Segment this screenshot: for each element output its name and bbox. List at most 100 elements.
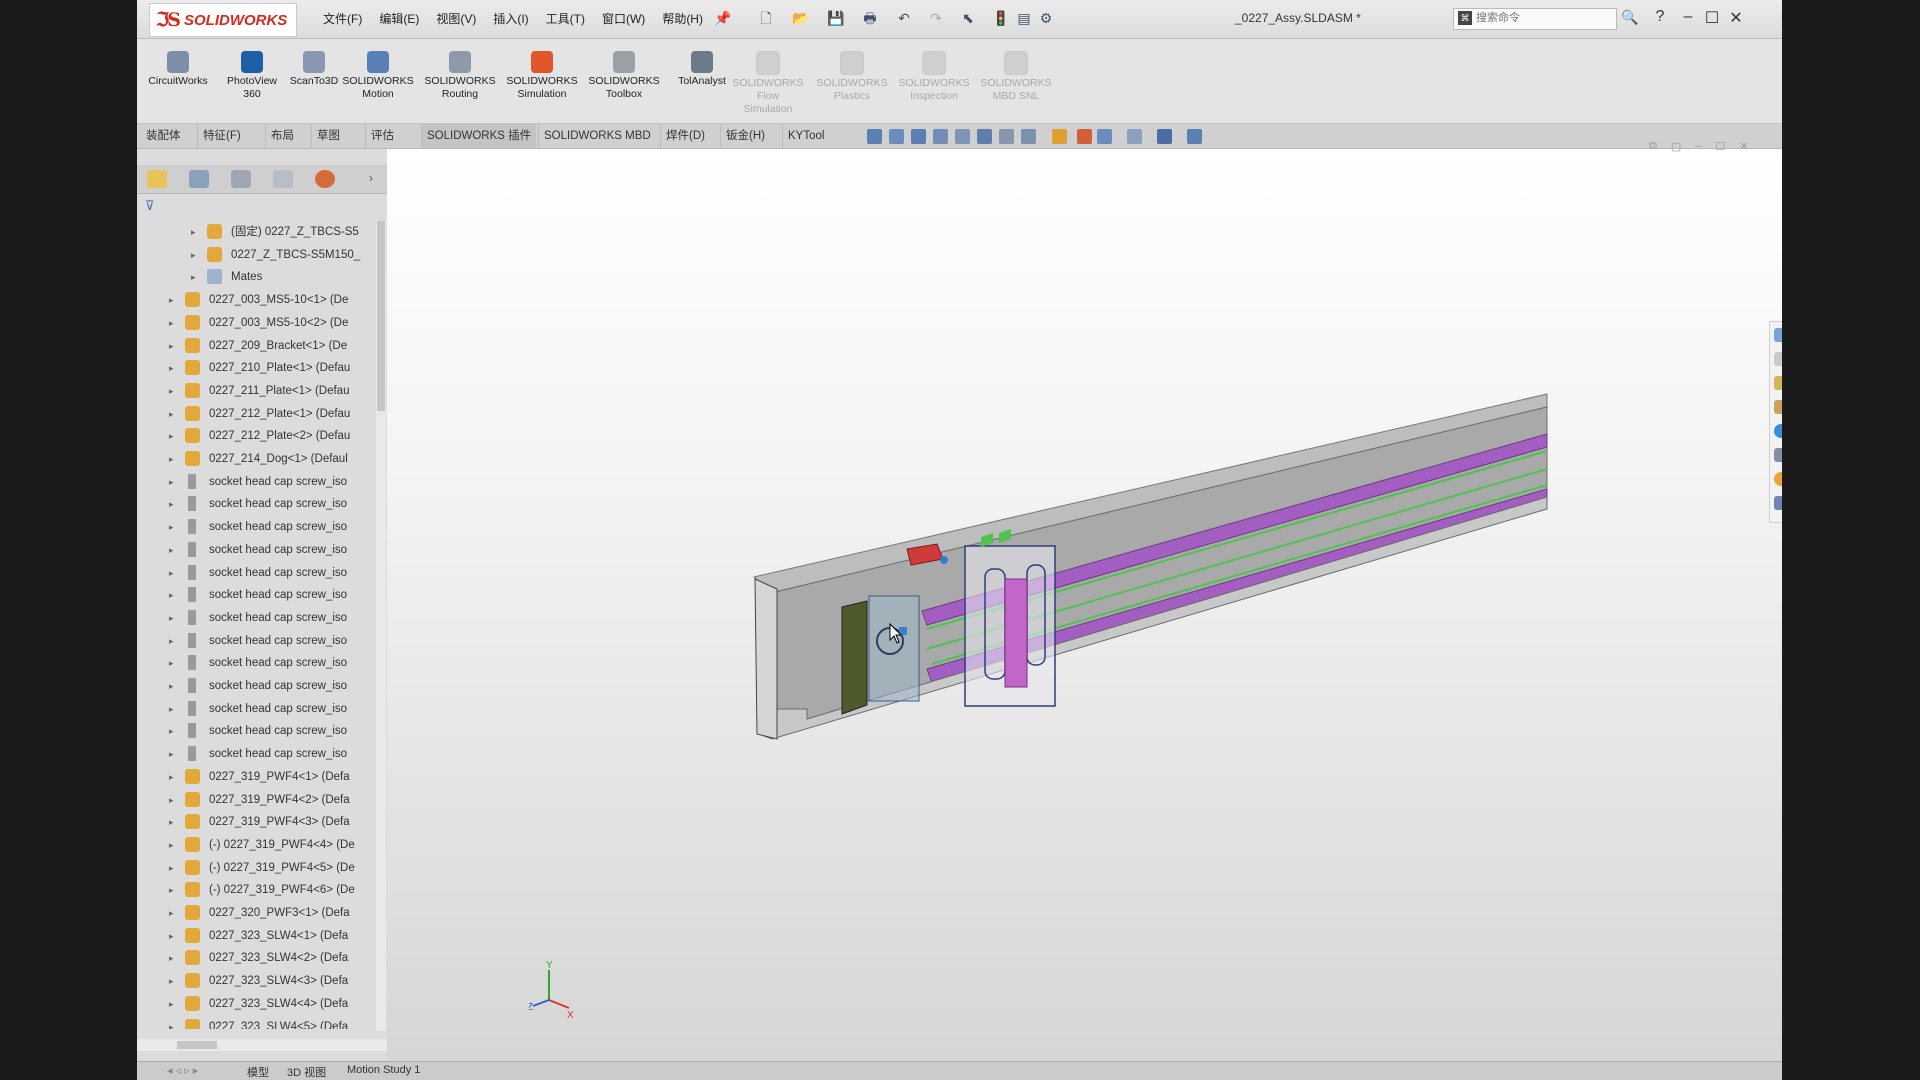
tab-motion-study[interactable]: Motion Study 1 [347, 1064, 420, 1076]
ribbon-button-0[interactable]: CircuitWorks [141, 51, 215, 88]
scrollbar-thumb[interactable] [377, 221, 385, 411]
apply-scene-icon[interactable] [1077, 129, 1092, 144]
property-manager-tab-icon[interactable] [189, 170, 209, 188]
undo-icon[interactable]: ↶ [895, 9, 913, 27]
realview-icon[interactable] [1157, 129, 1172, 144]
solidworks-forum-icon[interactable] [1774, 472, 1782, 486]
tree-item-part[interactable]: ▸ 0227_212_Plate<1> (Defau [137, 403, 377, 425]
file-explorer-icon[interactable] [1774, 400, 1782, 414]
select-icon[interactable]: ⬉ [959, 9, 977, 27]
expand-arrow-icon[interactable]: ▸ [169, 607, 174, 629]
open-icon[interactable]: 📂 [792, 9, 810, 27]
tree-vertical-scrollbar[interactable] [376, 221, 386, 1031]
ribbon-button-4[interactable]: SOLIDWORKS Routing [423, 51, 497, 101]
view-palette-icon[interactable] [1774, 496, 1782, 510]
expand-tabs-icon[interactable]: › [369, 171, 373, 185]
tree-item-part[interactable]: ▸ 0227_Z_TBCS-S5M150_ [137, 244, 377, 266]
design-library-icon[interactable] [1774, 376, 1782, 390]
expand-arrow-icon[interactable]: ▸ [169, 1016, 174, 1030]
tree-item-screw[interactable]: ▸ socket head cap screw_iso [137, 516, 377, 538]
minimize-icon[interactable]: – [1677, 8, 1699, 26]
expand-arrow-icon[interactable]: ▸ [169, 471, 174, 493]
ribbon-button-10[interactable]: SOLIDWORKS Inspection [897, 51, 971, 103]
command-tab-1[interactable]: 特征(F) [197, 124, 246, 148]
section-view-icon[interactable] [933, 129, 948, 144]
viewport-tile-icon[interactable]: ▢ [1671, 140, 1681, 153]
tree-item-part[interactable]: ▸ (-) 0227_319_PWF4<6> (De [137, 879, 377, 901]
expand-arrow-icon[interactable]: ▸ [169, 289, 174, 311]
expand-arrow-icon[interactable]: ▸ [191, 221, 196, 243]
menu-edit[interactable]: 编辑(E) [379, 10, 419, 27]
ribbon-button-7[interactable]: TolAnalyst [665, 51, 739, 88]
tree-item-part[interactable]: ▸ 0227_323_SLW4<2> (Defa [137, 947, 377, 969]
tab-3d-views[interactable]: 3D 视图 [287, 1064, 326, 1080]
close-icon[interactable]: ✕ [1725, 8, 1747, 28]
viewport-minimize-icon[interactable]: – [1695, 140, 1701, 153]
tree-item-screw[interactable]: ▸ socket head cap screw_iso [137, 698, 377, 720]
display-manager-tab-icon[interactable] [315, 170, 335, 188]
tree-item-part[interactable]: ▸ 0227_319_PWF4<3> (Defa [137, 811, 377, 833]
feature-manager-tab-icon[interactable] [147, 170, 167, 188]
menu-view[interactable]: 视图(V) [436, 10, 476, 27]
command-tab-9[interactable]: KYTool [782, 124, 829, 148]
graphics-viewport[interactable]: ⧉ ▢ – ☐ ✕ [387, 140, 1782, 1061]
expand-arrow-icon[interactable]: ▸ [169, 448, 174, 470]
view-orientation-icon[interactable] [977, 129, 992, 144]
display-pane-icon[interactable] [1127, 129, 1142, 144]
camera-icon[interactable] [1187, 129, 1202, 144]
tree-item-part[interactable]: ▸ 0227_319_PWF4<2> (Defa [137, 789, 377, 811]
expand-arrow-icon[interactable]: ▸ [169, 425, 174, 447]
tree-item-screw[interactable]: ▸ socket head cap screw_iso [137, 539, 377, 561]
tree-item-screw[interactable]: ▸ socket head cap screw_iso [137, 675, 377, 697]
ribbon-button-9[interactable]: SOLIDWORKS Plastics [815, 51, 889, 103]
pin-icon[interactable]: 📌 [714, 9, 732, 27]
tree-item-screw[interactable]: ▸ socket head cap screw_iso [137, 584, 377, 606]
viewport-maximize-icon[interactable]: ☐ [1715, 140, 1725, 153]
command-tab-8[interactable]: 钣金(H) [720, 124, 770, 148]
command-tab-3[interactable]: 草图 [311, 124, 345, 148]
expand-arrow-icon[interactable]: ▸ [169, 857, 174, 879]
tree-item-part[interactable]: ▸ 0227_214_Dog<1> (Defaul [137, 448, 377, 470]
expand-arrow-icon[interactable]: ▸ [191, 244, 196, 266]
expand-arrow-icon[interactable]: ▸ [169, 630, 174, 652]
expand-arrow-icon[interactable]: ▸ [191, 266, 196, 288]
tree-item-screw[interactable]: ▸ socket head cap screw_iso [137, 493, 377, 515]
ribbon-button-5[interactable]: SOLIDWORKS Simulation [505, 51, 579, 101]
options-icon[interactable]: ⚙ [1037, 9, 1055, 27]
expand-arrow-icon[interactable]: ▸ [169, 925, 174, 947]
tree-item-screw[interactable]: ▸ socket head cap screw_iso [137, 720, 377, 742]
maximize-icon[interactable]: ☐ [1701, 8, 1723, 28]
tree-item-screw[interactable]: ▸ socket head cap screw_iso [137, 630, 377, 652]
viewport-close-icon[interactable]: ✕ [1739, 140, 1748, 153]
viewport-restore-icon[interactable]: ⧉ [1649, 140, 1657, 153]
previous-view-icon[interactable] [911, 129, 926, 144]
tree-item-screw[interactable]: ▸ socket head cap screw_iso [137, 743, 377, 765]
tree-item-part[interactable]: ▸ 0227_003_MS5-10<2> (De [137, 312, 377, 334]
expand-arrow-icon[interactable]: ▸ [169, 584, 174, 606]
tree-item-part[interactable]: ▸ 0227_320_PWF3<1> (Defa [137, 902, 377, 924]
expand-arrow-icon[interactable]: ▸ [169, 516, 174, 538]
expand-arrow-icon[interactable]: ▸ [169, 335, 174, 357]
tree-item-part[interactable]: ▸ 0227_211_Plate<1> (Defau [137, 380, 377, 402]
tree-item-part[interactable]: ▸ (-) 0227_319_PWF4<5> (De [137, 857, 377, 879]
expand-arrow-icon[interactable]: ▸ [169, 380, 174, 402]
solidworks-logo[interactable]: ℑS SOLIDWORKS [149, 3, 297, 37]
expand-arrow-icon[interactable]: ▸ [169, 970, 174, 992]
menu-insert[interactable]: 插入(I) [493, 10, 528, 27]
tree-item-screw[interactable]: ▸ socket head cap screw_iso [137, 652, 377, 674]
tree-item-part[interactable]: ▸ 0227_210_Plate<1> (Defau [137, 357, 377, 379]
menu-window[interactable]: 窗口(W) [602, 10, 645, 27]
help-icon[interactable]: ? [1649, 8, 1671, 26]
expand-arrow-icon[interactable]: ▸ [169, 539, 174, 561]
menu-file[interactable]: 文件(F) [323, 10, 362, 27]
command-tab-5[interactable]: SOLIDWORKS 插件 [421, 124, 537, 148]
configuration-manager-tab-icon[interactable] [231, 170, 251, 188]
command-tab-2[interactable]: 布局 [265, 124, 299, 148]
appearances-icon[interactable] [1774, 424, 1782, 438]
ribbon-button-8[interactable]: SOLIDWORKS Flow Simulation [731, 51, 805, 116]
menu-tools[interactable]: 工具(T) [546, 10, 585, 27]
filter-icon[interactable]: ⊽ [145, 198, 155, 214]
file-properties-icon[interactable]: ▤ [1015, 9, 1033, 27]
menu-help[interactable]: 帮助(H) [662, 10, 703, 27]
ribbon-button-6[interactable]: SOLIDWORKS Toolbox [587, 51, 661, 101]
